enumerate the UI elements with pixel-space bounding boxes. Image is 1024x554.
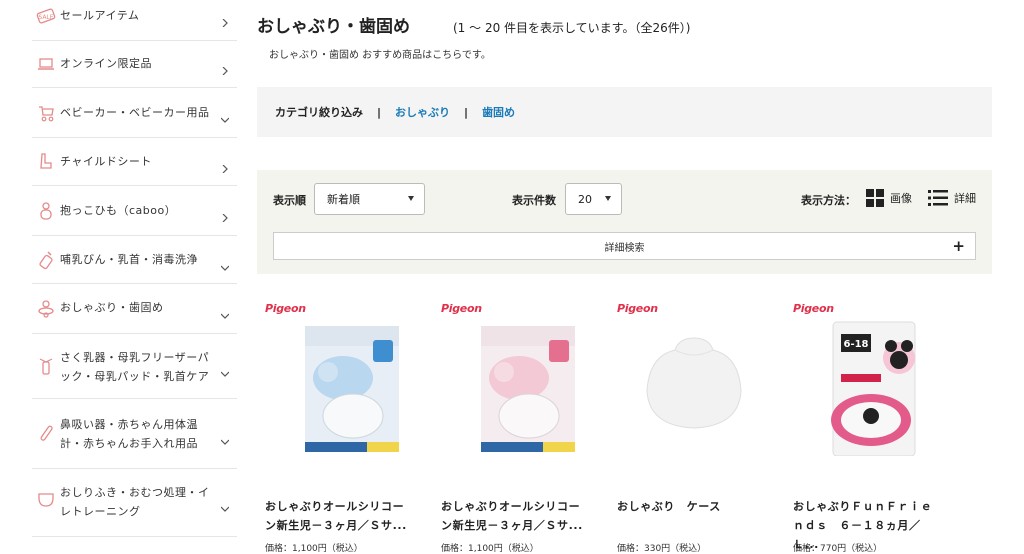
- product-price: 価格：1,100円（税込）: [265, 544, 363, 554]
- chevron-down-icon: [220, 498, 230, 512]
- product-price: 価格：1,100円（税込）: [441, 544, 539, 554]
- sidebar-item-pacifier[interactable]: おしゃぶり・歯固め: [32, 284, 237, 334]
- view-image-label: 画像: [890, 192, 912, 205]
- chevron-right-icon: [221, 207, 229, 223]
- breast-pump-icon: [36, 356, 56, 376]
- chevron-right-icon: [221, 158, 229, 174]
- chevron-down-icon: [220, 109, 230, 123]
- sidebar-item-label: 抱っこひも（caboo）: [60, 204, 177, 217]
- product-card[interactable]: Pigeon 6-18 おしゃぶりＦｕｎＦｒｉｅｎｄｓ ６－１８ヵ月／Ｌ... …: [791, 300, 941, 554]
- brand-logo: Pigeon: [617, 302, 658, 315]
- sidebar-item-label: 鼻吸い器・赤ちゃん用体温計・赤ちゃんお手入れ用品: [60, 418, 198, 450]
- stroller-icon: [36, 103, 56, 123]
- filter-panel: 表示順 新着順 表示件数 20 表示方法： 画像 詳細 詳細検索 +: [257, 170, 992, 274]
- chevron-right-icon: [221, 12, 229, 28]
- plus-icon: +: [952, 237, 965, 255]
- sidebar-item-breast-pump[interactable]: さく乳器・母乳フリーザーパック・母乳パッド・乳首ケア: [32, 334, 237, 399]
- detail-search-label: 詳細検索: [604, 242, 645, 254]
- category-sidebar: SALE セールアイテム オンライン限定品 ベビーカー・ベビーカー用品 チャイル…: [32, 0, 237, 550]
- sidebar-item-label: おしゃぶり・歯固め: [60, 301, 164, 314]
- sidebar-item-label: さく乳器・母乳フリーザーパック・母乳パッド・乳首ケア: [60, 351, 210, 383]
- category-link-pacifier[interactable]: おしゃぶり: [395, 104, 450, 120]
- sale-tag-icon: SALE: [36, 6, 56, 26]
- sidebar-item-label: ベビーカー・ベビーカー用品: [60, 106, 210, 119]
- view-detail-option[interactable]: 詳細: [928, 189, 976, 207]
- separator: |: [377, 105, 382, 119]
- brand-logo: Pigeon: [793, 302, 834, 315]
- detail-search-button[interactable]: 詳細検索 +: [273, 232, 976, 260]
- caret-down-icon: [408, 196, 414, 201]
- count-select[interactable]: 20: [565, 183, 622, 215]
- view-image-option[interactable]: 画像: [866, 189, 912, 207]
- sidebar-item-baby-bottle[interactable]: 哺乳びん・乳首・消毒洗浄: [32, 236, 237, 284]
- product-name[interactable]: おしゃぶりオールシリコーン新生児－３ヶ月／Ｓサ...: [265, 497, 415, 535]
- page-subtitle: おしゃぶり・歯固め おすすめ商品はこちらです。: [269, 50, 491, 61]
- brand-logo: Pigeon: [441, 302, 482, 315]
- sidebar-item-baby-carrier[interactable]: 抱っこひも（caboo）: [32, 186, 237, 236]
- category-filter-bar: カテゴリ絞り込み | おしゃぶり | 歯固め: [257, 87, 992, 137]
- pacifier-icon: [36, 298, 56, 318]
- grid-icon: [866, 189, 884, 207]
- baby-bottle-icon: [36, 250, 56, 270]
- sort-select[interactable]: 新着順: [314, 183, 425, 215]
- product-name[interactable]: おしゃぶり ケース: [617, 497, 767, 516]
- sidebar-item-wipes-diaper[interactable]: おしりふき・おむつ処理・イレトレーニング: [32, 469, 237, 537]
- svg-text:6-18: 6-18: [843, 339, 868, 350]
- product-image: [305, 326, 399, 452]
- count-select-value: 20: [578, 192, 592, 206]
- sidebar-item-label: チャイルドシート: [60, 155, 152, 168]
- main-content: おしゃぶり・歯固め (1 ～ 20 件目を表示しています。（全26件）) おしゃ…: [257, 0, 992, 554]
- product-card[interactable]: Pigeon おしゃぶりオールシリコーン新生児－３ヶ月／Ｓサ... 価格：1,1…: [263, 300, 415, 554]
- svg-text:SALE: SALE: [38, 14, 53, 21]
- product-image: [481, 326, 575, 452]
- chevron-down-icon: [220, 305, 230, 319]
- product-image: [646, 337, 742, 429]
- category-filter-label: カテゴリ絞り込み: [275, 106, 363, 119]
- product-price: 価格：330円（税込）: [617, 544, 707, 554]
- sidebar-item-label: 哺乳びん・乳首・消毒洗浄: [60, 253, 198, 266]
- brand-logo: Pigeon: [265, 302, 306, 315]
- diaper-icon: [36, 489, 56, 509]
- sidebar-item-label: セールアイテム: [60, 9, 140, 22]
- product-image: 6-18: [831, 321, 916, 456]
- view-detail-label: 詳細: [954, 192, 976, 205]
- page-title: おしゃぶり・歯固め: [257, 17, 410, 37]
- chevron-down-icon: [220, 431, 230, 445]
- count-label: 表示件数: [512, 194, 556, 207]
- view-mode-label: 表示方法：: [801, 194, 856, 207]
- sidebar-item-sale[interactable]: SALE セールアイテム: [32, 0, 237, 41]
- car-seat-icon: [36, 151, 56, 171]
- product-price: 価格：770円（税込）: [793, 544, 883, 554]
- sidebar-item-label: オンライン限定品: [60, 57, 152, 70]
- laptop-icon: [36, 54, 56, 74]
- product-card[interactable]: Pigeon おしゃぶりオールシリコーン新生児－３ヶ月／Ｓサ... 価格：1,1…: [439, 300, 591, 554]
- product-name[interactable]: おしゃぶりオールシリコーン新生児－３ヶ月／Ｓサ...: [441, 497, 591, 535]
- chevron-right-icon: [221, 60, 229, 76]
- list-icon: [928, 189, 948, 207]
- result-count: (1 ～ 20 件目を表示しています。（全26件）): [453, 21, 691, 35]
- sort-label: 表示順: [273, 194, 306, 207]
- thermometer-icon: [36, 424, 56, 444]
- sidebar-item-child-seat[interactable]: チャイルドシート: [32, 138, 237, 186]
- category-link-teether[interactable]: 歯固め: [482, 104, 515, 120]
- sort-select-value: 新着順: [327, 193, 360, 206]
- baby-carrier-icon: [36, 201, 56, 221]
- chevron-down-icon: [220, 257, 230, 271]
- product-card[interactable]: Pigeon おしゃぶり ケース 価格：330円（税込）: [615, 300, 767, 554]
- sidebar-item-label: おしりふき・おむつ処理・イレトレーニング: [60, 486, 210, 518]
- caret-down-icon: [605, 196, 611, 201]
- sidebar-item-online-limited[interactable]: オンライン限定品: [32, 41, 237, 88]
- separator: |: [464, 105, 469, 119]
- sidebar-item-stroller[interactable]: ベビーカー・ベビーカー用品: [32, 88, 237, 138]
- chevron-down-icon: [220, 363, 230, 377]
- sidebar-item-nasal-aspirator[interactable]: 鼻吸い器・赤ちゃん用体温計・赤ちゃんお手入れ用品: [32, 399, 237, 469]
